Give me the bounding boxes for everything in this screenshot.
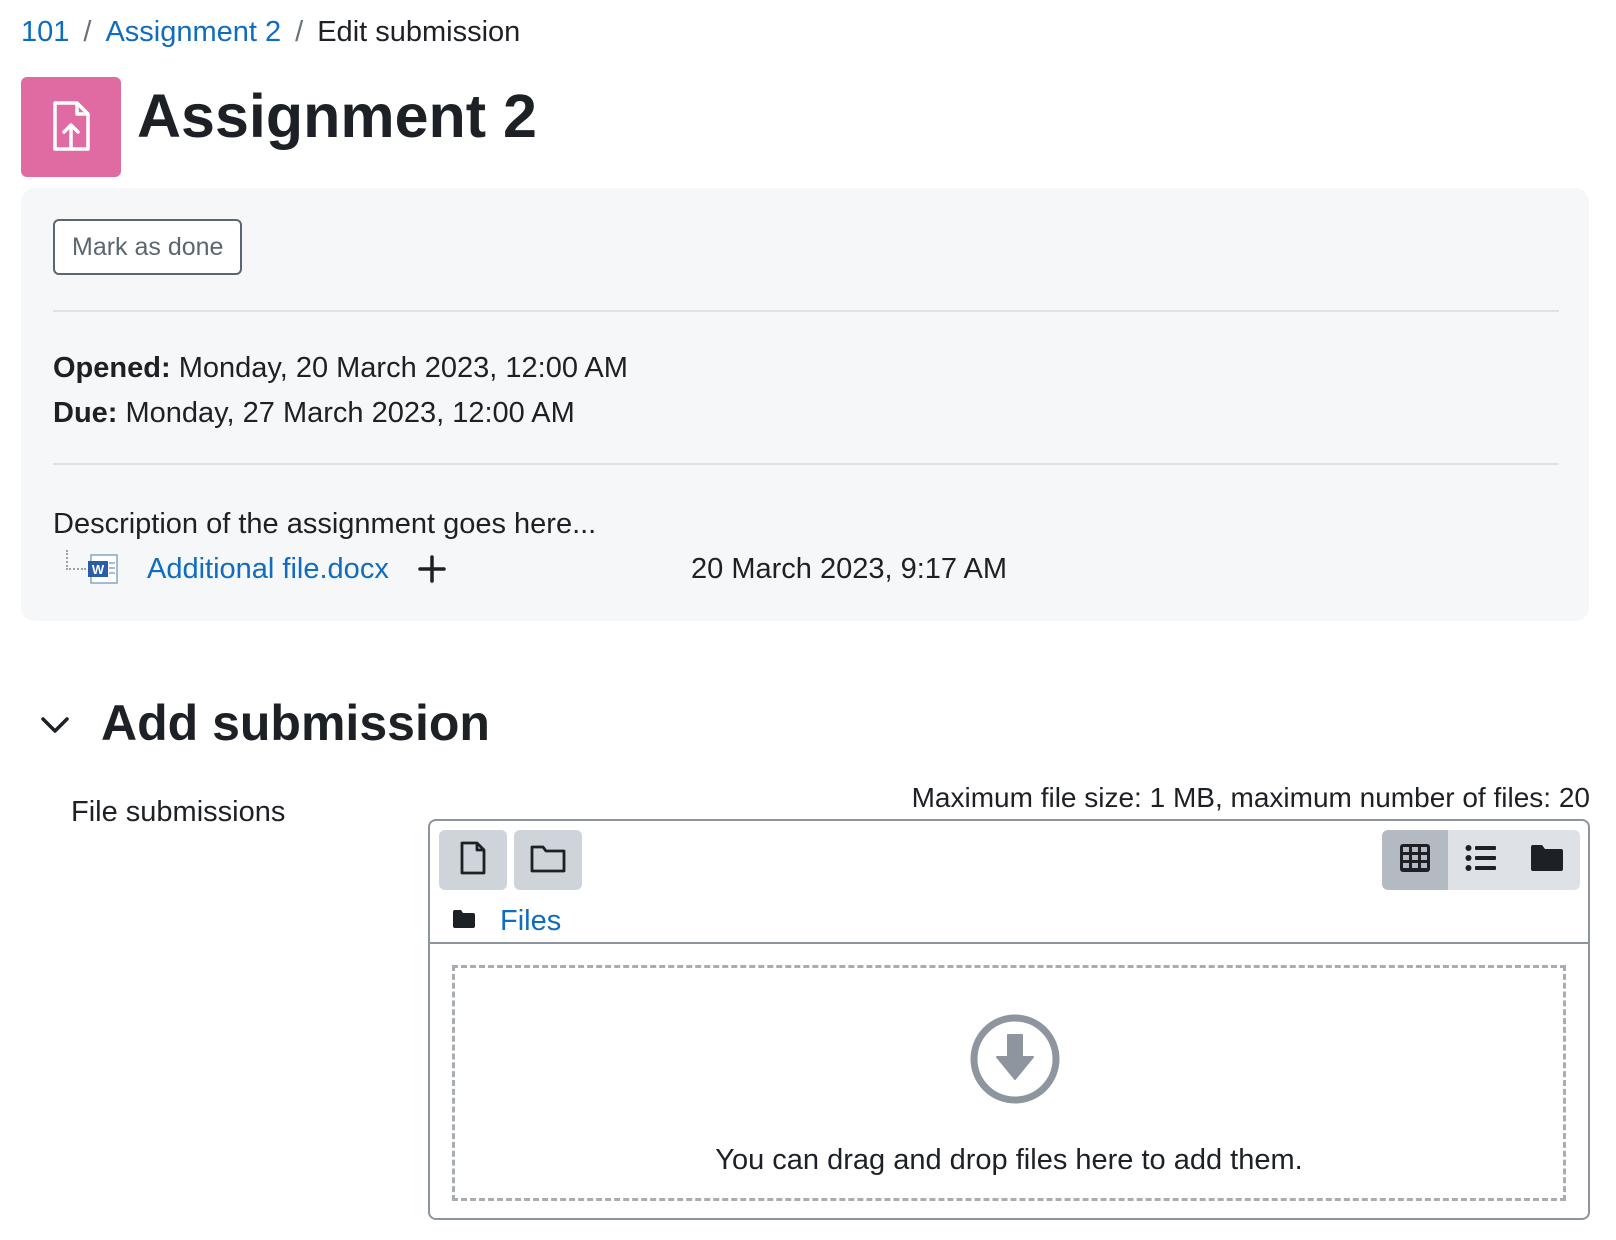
download-arrow-icon: [969, 1013, 1061, 1105]
attachment-link[interactable]: Additional file.docx: [147, 549, 389, 589]
breadcrumb: 101 / Assignment 2 / Edit submission: [21, 12, 520, 52]
file-submissions-label: File submissions: [71, 796, 286, 828]
create-folder-button[interactable]: [514, 830, 582, 890]
view-list-button[interactable]: [1448, 830, 1514, 890]
svg-text:W: W: [92, 562, 105, 577]
view-switcher: [1382, 830, 1580, 890]
divider: [53, 463, 1559, 465]
page-title: Assignment 2: [137, 82, 537, 150]
list-icon: [1465, 844, 1497, 877]
view-tree-button[interactable]: [1514, 830, 1580, 890]
opened-date: Opened: Monday, 20 March 2023, 12:00 AM: [53, 346, 628, 391]
view-icons-button[interactable]: [1382, 830, 1448, 890]
due-label: Due:: [53, 397, 118, 429]
folder-outline-icon: [530, 843, 566, 878]
tree-connector: [66, 550, 86, 570]
folder-icon: [452, 909, 476, 934]
due-value: Monday, 27 March 2023, 12:00 AM: [125, 397, 575, 429]
add-file-button[interactable]: [439, 830, 507, 890]
activity-info-panel: Mark as done Opened: Monday, 20 March 20…: [21, 188, 1589, 621]
files-path-link[interactable]: Files: [500, 901, 561, 941]
divider: [53, 310, 1559, 312]
file-icon: [459, 841, 487, 880]
breadcrumb-link-assignment[interactable]: Assignment 2: [105, 16, 281, 48]
grid-icon: [1399, 843, 1431, 878]
plus-icon[interactable]: [416, 553, 448, 585]
attachment-date: 20 March 2023, 9:17 AM: [691, 553, 1007, 585]
breadcrumb-separator: /: [295, 16, 304, 48]
opened-label: Opened:: [53, 352, 171, 384]
mark-as-done-button[interactable]: Mark as done: [53, 219, 243, 275]
divider: [430, 942, 1588, 944]
opened-value: Monday, 20 March 2023, 12:00 AM: [178, 352, 628, 384]
activity-dates: Opened: Monday, 20 March 2023, 12:00 AM …: [53, 346, 628, 436]
file-dropzone[interactable]: You can drag and drop files here to add …: [452, 965, 1566, 1201]
breadcrumb-link-course[interactable]: 101: [21, 16, 69, 48]
breadcrumb-separator: /: [83, 16, 92, 48]
file-manager: Files You can drag and drop files here t…: [428, 819, 1590, 1220]
folder-icon: [1530, 843, 1564, 878]
chevron-down-icon[interactable]: [38, 708, 72, 742]
word-document-icon: W: [87, 553, 119, 585]
assignment-description: Description of the assignment goes here.…: [53, 508, 597, 540]
dropzone-text: You can drag and drop files here to add …: [715, 1144, 1303, 1176]
file-path-bar: Files: [452, 901, 561, 941]
file-limits-text: Maximum file size: 1 MB, maximum number …: [911, 782, 1590, 813]
section-title[interactable]: Add submission: [101, 690, 490, 756]
breadcrumb-current: Edit submission: [317, 16, 521, 48]
due-date: Due: Monday, 27 March 2023, 12:00 AM: [53, 391, 628, 436]
assignment-upload-icon: [21, 77, 121, 177]
